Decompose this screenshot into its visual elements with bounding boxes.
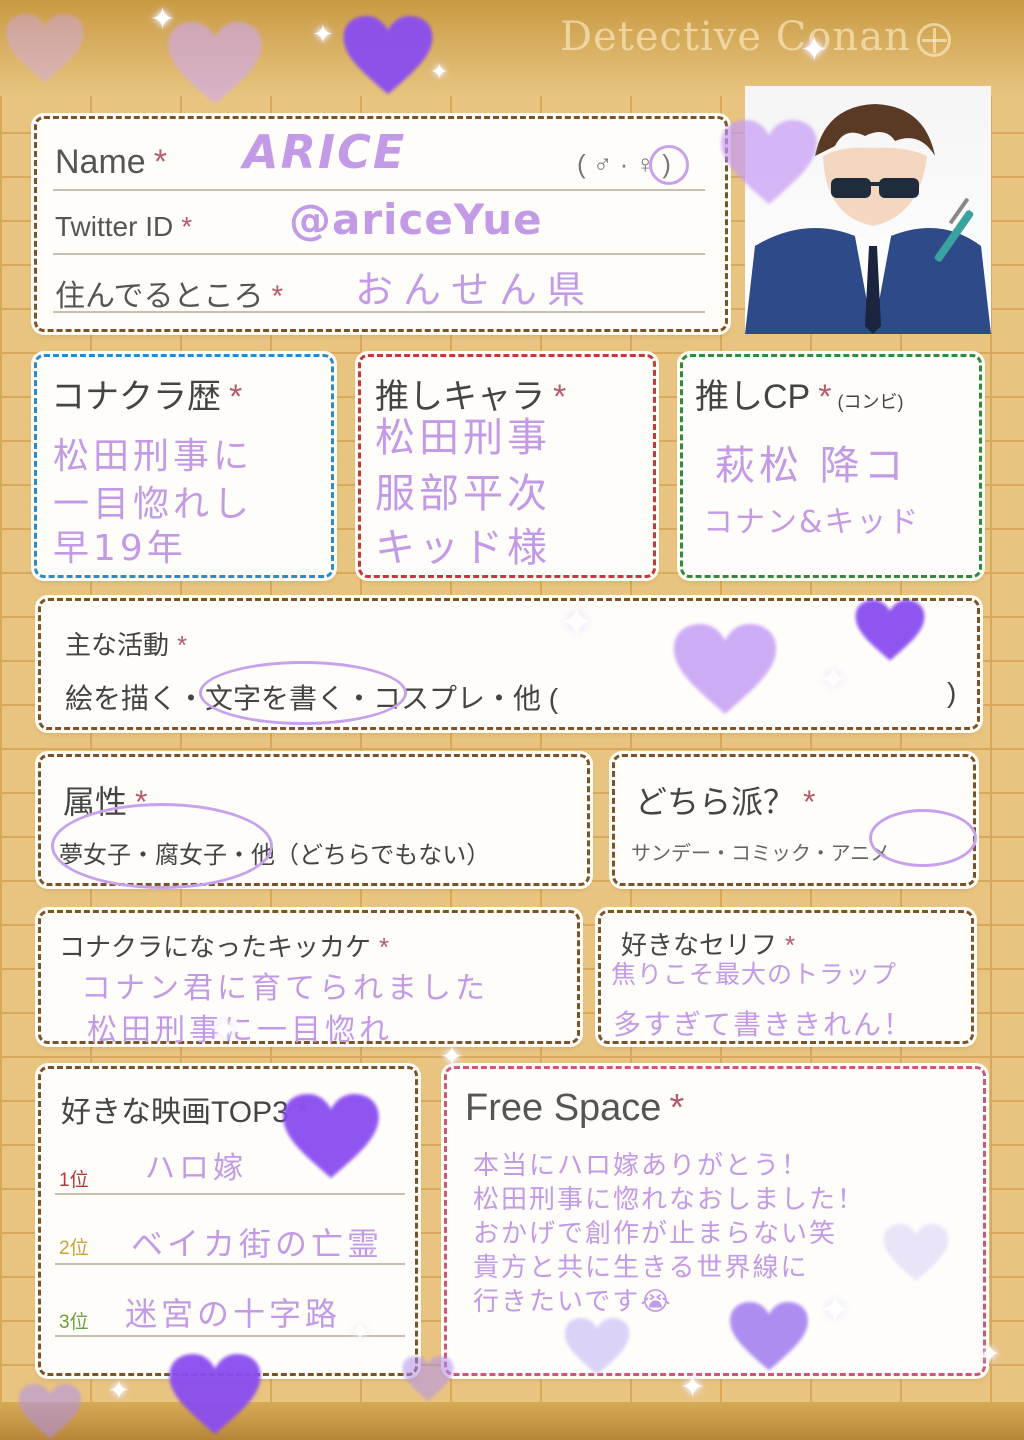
heart-icon (714, 120, 824, 206)
residence-value: おんせん県 (355, 268, 596, 312)
profile-card: Name * ARICE ( ♂ · ♀ ) Twitter ID * @arice… (34, 116, 728, 332)
trigger-label: コナクラになったキッカケ * (59, 932, 390, 962)
free-space-line: 本当にハロ嫁ありがとう！ (473, 1151, 810, 1181)
trigger-line: コナン君に育てられました (81, 971, 489, 1006)
name-label: Name * (55, 143, 167, 181)
favorite-line-line: 焦りこそ最大のトラップ (611, 960, 898, 989)
trigger-card: コナクラになったキッカケ * コナン君に育てられました 松田刑事に一目惚れ (38, 910, 580, 1048)
sparkle-icon: ✦ (312, 20, 334, 50)
heart-icon (724, 1302, 814, 1372)
heart-icon (276, 1094, 386, 1180)
favorite-character-card: 推しキャラ * 松田刑事 服部平次 キッド様 (358, 354, 656, 578)
sparkle-icon: ✦ (820, 660, 847, 698)
activities-close-paren: ) (947, 677, 957, 708)
favorite-line-line: 多すぎて書ききれん！ (613, 1008, 914, 1041)
footer-band (0, 1402, 1024, 1440)
divider (53, 253, 705, 255)
fan-history-line: 早19年 (53, 528, 187, 569)
activity-selection-circle (199, 661, 407, 725)
sparkle-icon: ✦ (210, 1010, 239, 1050)
residence-label: 住んでるところ * (55, 280, 284, 313)
divider (55, 1193, 405, 1195)
attribute-card: 属性 * 夢女子・腐女子・他（どちらでもない） (38, 754, 590, 889)
favorite-character-line: キッド様 (375, 525, 551, 571)
brand-text: Detective Conan (560, 14, 911, 60)
brand-crosshair-icon (916, 23, 951, 57)
movie-rank: 1位 (59, 1170, 89, 1191)
movie-title: 迷宮の十字路 (125, 1295, 342, 1333)
sparkle-icon: ✦ (680, 1370, 706, 1405)
favorite-pair-label: 推しCP * (コンビ) (695, 378, 904, 416)
heart-icon (666, 624, 784, 716)
heart-icon (878, 1224, 954, 1282)
movie-title: ハロ嫁 (145, 1151, 247, 1186)
favorite-pair-card: 推しCP * (コンビ) 萩松 降コ コナン&キッド (680, 354, 982, 578)
favorite-pair-line: 萩松 降コ (715, 443, 908, 489)
heart-icon (560, 1318, 634, 1376)
favorite-pair-line: コナン&キッド (703, 505, 921, 540)
sparkle-icon: ✦ (350, 1318, 371, 1346)
free-space-line: 行きたいです😭 (473, 1287, 673, 1317)
sparkle-icon: ✦ (440, 1040, 464, 1073)
sparkle-icon: ✦ (560, 600, 594, 646)
twitter-label: Twitter ID * (55, 211, 193, 242)
favorite-movies-label: 好きな映画TOP3* (61, 1096, 309, 1129)
sparkle-icon: ✦ (108, 1376, 130, 1406)
twitter-value: @ariceYue (289, 195, 543, 244)
preference-card: どちら派？ * サンデー・コミック・アニメ (612, 754, 977, 886)
free-space-label: Free Space * (465, 1087, 685, 1129)
gender-selection-circle (649, 145, 689, 185)
free-space-line: 松田刑事に惚れなおしました！ (473, 1185, 866, 1215)
fan-history-line: 松田刑事に (53, 436, 254, 477)
movie-rank: 2位 (59, 1238, 89, 1259)
heart-icon (336, 16, 440, 96)
preference-options: サンデー・コミック・アニメ (631, 843, 891, 865)
favorite-character-line: 服部平次 (375, 471, 551, 517)
heart-icon (160, 1354, 270, 1436)
favorite-line-card: 好きなセリフ * 焦りこそ最大のトラップ 多すぎて書ききれん！ (598, 910, 974, 1044)
sparkle-icon: ✦ (820, 1290, 851, 1331)
sparkle-icon: ✦ (980, 1340, 1001, 1368)
free-space-card: Free Space * 本当にハロ嫁ありがとう！ 松田刑事に惚れなおしました！ … (444, 1066, 986, 1376)
heart-icon (160, 22, 270, 106)
divider (55, 1263, 405, 1265)
attribute-selection-circle (51, 803, 273, 889)
sparkle-icon: ✦ (430, 60, 449, 85)
activities-label: 主な活動 * (65, 630, 188, 660)
preference-selection-circle (869, 809, 977, 867)
divider (53, 189, 705, 191)
divider (53, 311, 705, 313)
favorite-character-line: 松田刑事 (375, 415, 551, 461)
heart-icon (0, 14, 90, 84)
movie-title: ベイカ街の亡霊 (131, 1225, 384, 1263)
brand-logo: Detective Conan (560, 14, 1010, 70)
trigger-line: 松田刑事に一目惚れ (87, 1013, 393, 1048)
name-value: ARICE (243, 125, 407, 179)
heart-icon (10, 1384, 90, 1440)
fan-history-label: コナクラ歴 * (51, 378, 243, 416)
heart-icon (850, 600, 930, 662)
fan-history-card: コナクラ歴 * 松田刑事に 一目惚れし 早19年 (34, 354, 334, 578)
sparkle-icon: ✦ (150, 2, 176, 37)
free-space-line: 貴方と共に生きる世界線に (473, 1253, 809, 1283)
movie-rank: 3位 (59, 1312, 89, 1333)
free-space-line: おかげで創作が止まらない笑 (473, 1219, 838, 1249)
sparkle-icon: ✦ (800, 30, 829, 70)
preference-label: どちら派？ * (635, 784, 816, 820)
heart-icon (398, 1356, 458, 1402)
